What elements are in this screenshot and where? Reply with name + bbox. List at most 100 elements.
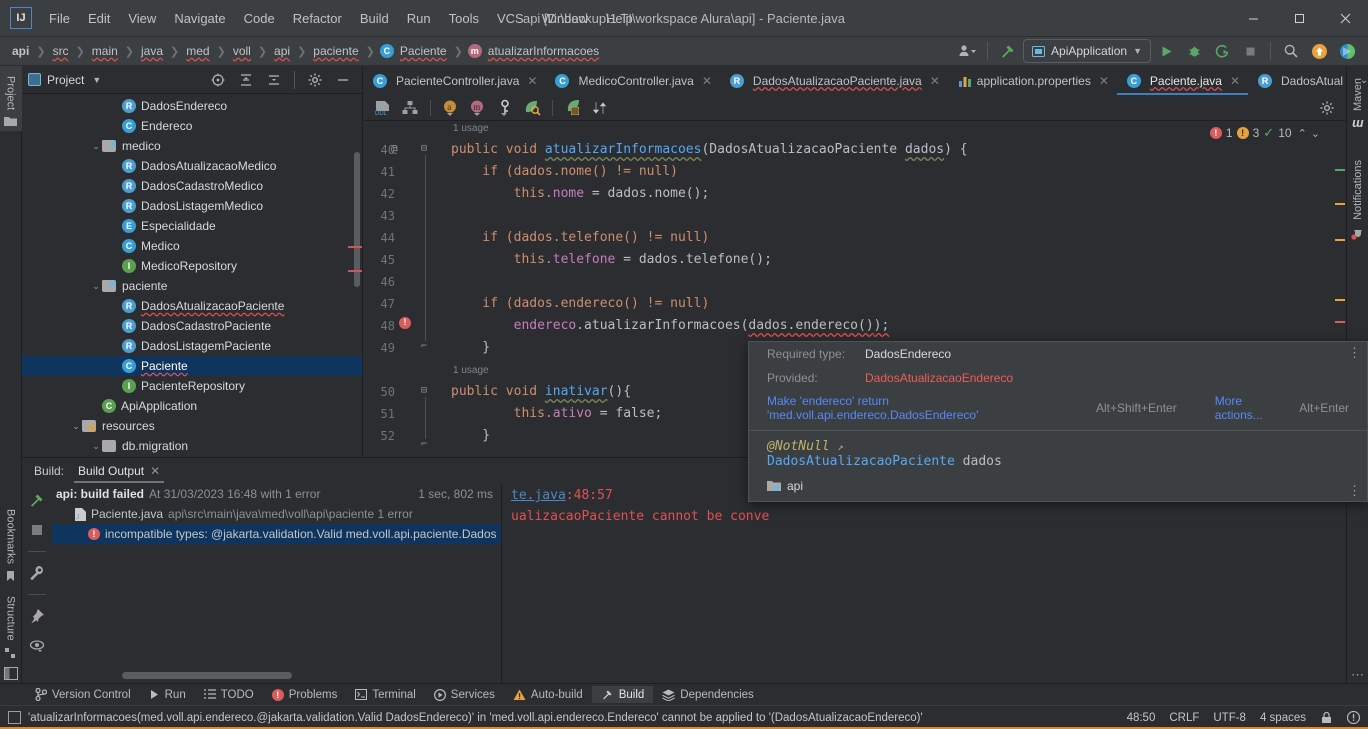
tab-build-output[interactable]: Build Output ✕ [72, 460, 166, 483]
external-link-icon[interactable]: ↗ [837, 442, 843, 453]
menu-view[interactable]: View [119, 7, 165, 30]
tree-item-dadoslistagemmedico[interactable]: R DadosListagemMedico [22, 196, 362, 216]
fold-end-icon[interactable]: ⌐ [421, 341, 427, 352]
tool-window-dependencies[interactable]: Dependencies [653, 687, 763, 703]
tree-item-dadoslistagempaciente[interactable]: R DadosListagemPaciente [22, 336, 362, 356]
tree-item-medicorepository[interactable]: I MedicoRepository [22, 256, 362, 276]
tool-window-todo[interactable]: TODO [195, 687, 263, 703]
breadcrumb-api[interactable]: api [10, 43, 31, 59]
tree-expand-chevron-icon[interactable]: ⌄ [90, 441, 102, 452]
stop-button[interactable] [1237, 39, 1263, 63]
usage-hint[interactable]: 1 usage [453, 365, 489, 376]
lock-icon[interactable] [1320, 711, 1333, 724]
file-encoding[interactable]: UTF-8 [1213, 712, 1246, 724]
close-icon[interactable]: ✕ [702, 74, 712, 88]
console-file-link[interactable]: te.java [511, 488, 566, 503]
code-line-49[interactable]: } [451, 340, 490, 355]
sidebar-item-project[interactable]: Project [0, 66, 22, 132]
tab-dadosatualizacaopaciente[interactable]: R DadosAtualizacaoPaciente.java ✕ [720, 66, 948, 95]
error-bulb-icon[interactable]: ! [399, 317, 411, 329]
more-actions-link[interactable]: More actions... [1215, 394, 1290, 422]
minimize-button[interactable] [1230, 0, 1276, 37]
ai-assistant-icon[interactable] [1334, 39, 1360, 63]
menu-code[interactable]: Code [235, 7, 284, 30]
tool-window-auto-build[interactable]: Auto-build [504, 687, 592, 703]
key-icon[interactable] [493, 97, 517, 119]
tree-expand-chevron-icon[interactable]: ⌄ [90, 141, 102, 152]
tab-paciente[interactable]: C Paciente.java ✕ [1116, 66, 1249, 95]
project-tree-scrollbar[interactable] [354, 152, 360, 287]
inspection-widget[interactable]: ! 1 ! 3 ✓ 10 ⌃ ⌄ [1209, 125, 1320, 141]
tab-list-chevron-icon[interactable]: ⌄ [1351, 69, 1368, 93]
menu-help[interactable]: Help [597, 7, 642, 30]
tree-item-dadoscadastromedico[interactable]: R DadosCadastroMedico [22, 176, 362, 196]
menu-edit[interactable]: Edit [79, 7, 119, 30]
build-row-root[interactable]: api: build failed At 31/03/2023 16:48 wi… [52, 484, 501, 504]
prev-problem-icon[interactable]: ⌃ [1298, 127, 1307, 140]
tool-window-services[interactable]: Services [425, 687, 504, 703]
menu-refactor[interactable]: Refactor [284, 7, 351, 30]
indent-setting[interactable]: 4 spaces [1260, 712, 1306, 724]
fold-end-icon[interactable]: ⌐ [421, 439, 427, 450]
line-separator[interactable]: CRLF [1169, 712, 1199, 724]
diagram-icon[interactable] [398, 97, 422, 119]
database-leaf-icon[interactable] [561, 97, 585, 119]
tree-item-dadoscadastropaciente[interactable]: R DadosCadastroPaciente [22, 316, 362, 336]
code-line-52[interactable]: } [451, 428, 490, 443]
breadcrumb-class[interactable]: Paciente [398, 43, 449, 59]
code-line-44[interactable]: if (dados.telefone() != null) [451, 230, 709, 245]
project-tree[interactable]: R DadosEndereco C Endereco ⌄ medico R DadosAtua… [22, 94, 362, 456]
menu-file[interactable]: File [40, 7, 79, 30]
code-line-48[interactable]: endereco.atualizarInformacoes(dados.ende… [451, 318, 890, 333]
run-configuration-selector[interactable]: ApiApplication ▼ [1023, 39, 1151, 63]
code-line-41[interactable]: if (dados.nome() != null) [451, 164, 678, 179]
tree-item-paciente[interactable]: ⌄ paciente [22, 276, 362, 296]
tab-dadosatual[interactable]: R DadosAtual [1248, 66, 1351, 95]
updates-icon[interactable] [1306, 39, 1332, 63]
tree-item-db-migration[interactable]: ⌄ db.migration [22, 436, 362, 456]
hide-panel-icon[interactable] [330, 68, 356, 92]
notification-status-icon[interactable] [1347, 711, 1360, 724]
pin-icon[interactable] [24, 604, 50, 628]
next-problem-icon[interactable]: ⌄ [1311, 127, 1320, 140]
tree-item-dadosatualizacaopaciente[interactable]: R DadosAtualizacaoPaciente [22, 296, 362, 316]
close-icon[interactable]: ✕ [1230, 74, 1240, 88]
error-tooltip-popup[interactable]: ⋮ Required type: DadosEndereco Provided:… [748, 341, 1368, 502]
code-line-51[interactable]: this.ativo = false; [451, 406, 663, 421]
tool-window-problems[interactable]: ! Problems [263, 687, 347, 703]
menu-window[interactable]: Window [533, 7, 597, 30]
fold-collapse-icon[interactable]: ⊟ [421, 143, 427, 154]
sidebar-item-structure[interactable]: Structure [0, 586, 22, 663]
usage-hint[interactable]: 1 usage [453, 123, 489, 134]
build-console[interactable]: te.java:48:57 ualizacaoPaciente cannot b… [503, 484, 1346, 687]
quickfix-link[interactable]: Make 'endereco' return 'med.voll.api.end… [767, 394, 1086, 422]
code-line-40[interactable]: public void atualizarInformacoes(DadosAt… [451, 142, 968, 157]
annotation-a-icon[interactable]: a [439, 97, 463, 119]
breadcrumb-main[interactable]: main [90, 43, 120, 59]
chevron-down-icon[interactable]: ▼ [92, 75, 101, 85]
debug-button[interactable] [1181, 39, 1207, 63]
sidebar-item-notifications[interactable]: Notifications [1347, 150, 1368, 244]
close-icon[interactable]: ✕ [930, 74, 940, 88]
search-everywhere-icon[interactable] [1278, 39, 1304, 63]
breadcrumb-java[interactable]: java [139, 43, 165, 59]
tree-item-endereco[interactable]: C Endereco [22, 116, 362, 136]
stop-build-icon[interactable] [24, 518, 50, 542]
popup-footer-options-icon[interactable]: ⋮ [1348, 484, 1361, 497]
tree-item-dadosendereco[interactable]: R DadosEndereco [22, 96, 362, 116]
tree-expand-chevron-icon[interactable]: ⌄ [70, 421, 82, 432]
menu-tools[interactable]: Tools [440, 7, 488, 30]
build-row-file[interactable]: J Paciente.java api\src\main\java\med\vo… [52, 504, 501, 524]
tab-medicocontroller[interactable]: C MedicoController.java ✕ [545, 66, 719, 95]
tool-window-run[interactable]: Run [140, 687, 195, 703]
sort-icon[interactable] [588, 97, 612, 119]
menu-vcs[interactable]: VCS [488, 7, 533, 30]
menu-run[interactable]: Run [398, 7, 440, 30]
tab-application-properties[interactable]: application.properties ✕ [948, 66, 1117, 95]
code-line-45[interactable]: this.telefone = dados.telefone(); [451, 252, 772, 267]
build-tree-hscrollbar[interactable] [122, 672, 292, 679]
caret-position[interactable]: 48:50 [1127, 712, 1156, 724]
ddl-icon[interactable]: DDL [371, 97, 395, 119]
expand-all-icon[interactable] [233, 68, 259, 92]
build-output-tree[interactable]: api: build failed At 31/03/2023 16:48 wi… [52, 484, 502, 687]
